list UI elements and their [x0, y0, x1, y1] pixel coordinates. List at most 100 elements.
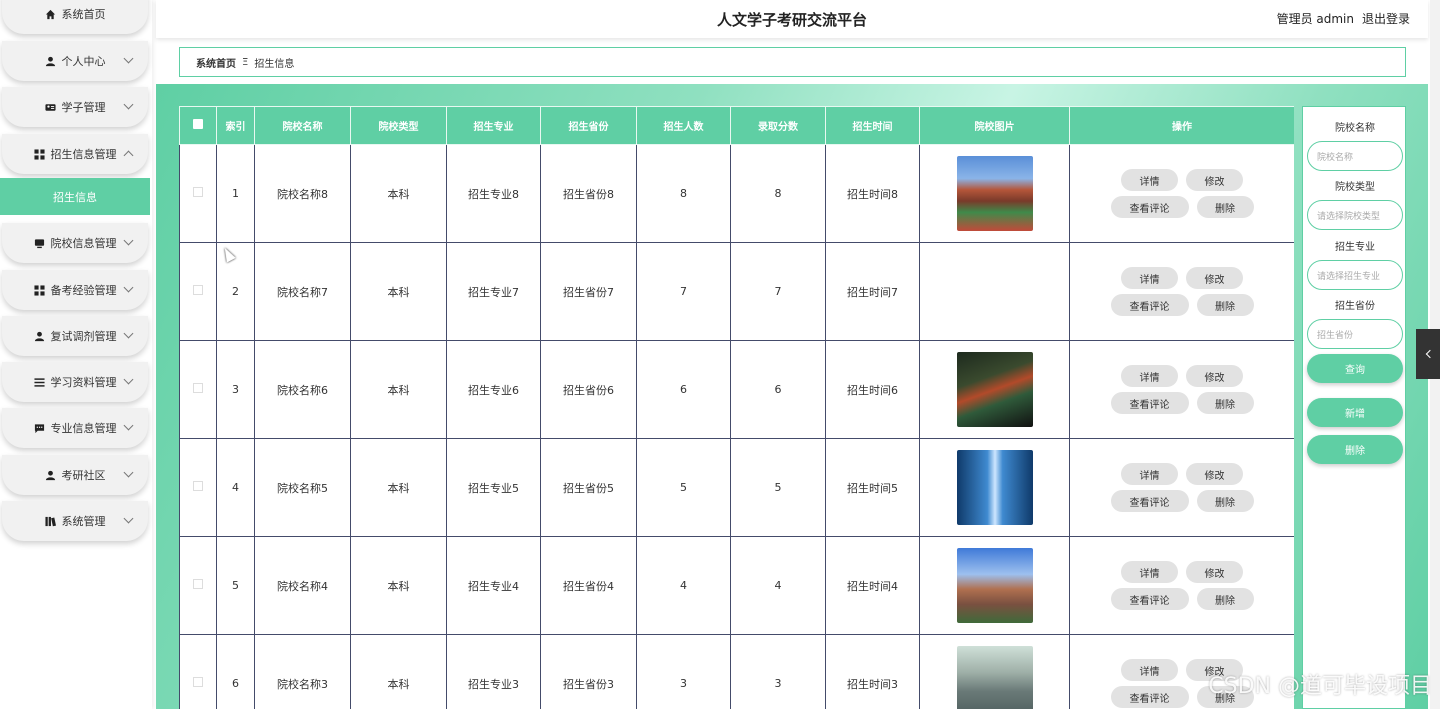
detail-button[interactable]: 详情: [1121, 659, 1178, 681]
row-checkbox-cell[interactable]: [179, 438, 217, 537]
school-image[interactable]: [956, 548, 1033, 623]
sidebar-item-system[interactable]: 系统管理: [2, 501, 148, 541]
sidebar-item-admissions[interactable]: 招生信息管理: [2, 134, 148, 174]
sidebar-item-profile[interactable]: 个人中心: [2, 41, 148, 81]
sidebar-item-students[interactable]: 学子管理: [2, 87, 148, 127]
detail-button[interactable]: 详情: [1121, 561, 1178, 583]
row-checkbox[interactable]: [193, 187, 203, 197]
cell-major: 招生专业4: [446, 536, 541, 635]
cell-time: 招生时间4: [825, 536, 920, 635]
view-comments-button[interactable]: 查看评论: [1110, 196, 1189, 218]
cell-score: 3: [730, 634, 826, 709]
delete-button[interactable]: 删除: [1196, 490, 1254, 512]
row-checkbox[interactable]: [193, 481, 203, 491]
cell-count: 7: [636, 242, 731, 341]
cell-actions: 详情 修改查看评论 删除: [1069, 438, 1294, 537]
table-row: 5 院校名称4 本科 招生专业4 招生省份4 4 4 招生时间4 详情 修改 查看评论 删除: [179, 536, 1294, 635]
cell-province: 招生省份4: [540, 536, 637, 635]
sidebar-item-community[interactable]: 考研社区: [2, 455, 148, 495]
batch-delete-button[interactable]: 删除: [1307, 435, 1403, 464]
school-image[interactable]: [956, 156, 1033, 231]
delete-button[interactable]: 删除: [1196, 686, 1254, 708]
admission-table: 索引 院校名称 院校类型 招生专业 招生省份 招生人数 录取分数 招生时间 院校…: [179, 106, 1294, 709]
col-header: 操作: [1069, 106, 1294, 145]
row-checkbox-cell[interactable]: [179, 242, 217, 341]
cell-type: 本科: [350, 242, 447, 341]
query-button[interactable]: 查询: [1307, 354, 1403, 383]
school-type-select[interactable]: 请选择院校类型: [1307, 200, 1403, 230]
detail-button[interactable]: 详情: [1121, 463, 1178, 485]
add-button[interactable]: 新增: [1307, 398, 1403, 427]
view-comments-button[interactable]: 查看评论: [1110, 686, 1189, 708]
sidebar-item-majors[interactable]: 专业信息管理: [2, 408, 148, 448]
cell-province: 招生省份7: [540, 242, 637, 341]
select-all-checkbox[interactable]: [179, 106, 217, 145]
col-header: 招生专业: [446, 106, 541, 145]
user-area: 管理员 admin 退出登录: [1277, 10, 1410, 27]
edit-button[interactable]: 修改: [1186, 561, 1243, 583]
province-input[interactable]: 招生省份: [1307, 319, 1403, 349]
edit-button[interactable]: 修改: [1186, 463, 1243, 485]
delete-button[interactable]: 删除: [1196, 588, 1254, 610]
cell-image: [919, 438, 1070, 537]
sidebar-item-experience[interactable]: 备考经验管理: [2, 270, 148, 310]
province-label: 招生省份: [1335, 301, 1375, 312]
sidebar-subitem-admission-info[interactable]: 招生信息: [0, 178, 150, 215]
cell-major: 招生专业8: [446, 144, 541, 243]
cell-index: 6: [216, 634, 255, 709]
cell-actions: 详情 修改查看评论 删除: [1069, 634, 1294, 709]
school-image[interactable]: [956, 352, 1033, 427]
row-checkbox[interactable]: [193, 285, 203, 295]
sidebar-item-home[interactable]: 系统首页: [2, 0, 148, 34]
school-name-input[interactable]: 院校名称: [1307, 141, 1403, 171]
edit-button[interactable]: 修改: [1186, 169, 1243, 191]
sidebar-item-schools[interactable]: 院校信息管理: [2, 223, 148, 263]
sidebar-item-label: 院校信息管理: [50, 237, 117, 250]
view-comments-button[interactable]: 查看评论: [1110, 588, 1189, 610]
grid-icon: [33, 284, 45, 296]
cell-time: 招生时间6: [825, 340, 920, 439]
row-checkbox-cell[interactable]: [179, 144, 217, 243]
cell-index: 3: [216, 340, 255, 439]
delete-button[interactable]: 删除: [1196, 196, 1254, 218]
table-row: 4 院校名称5 本科 招生专业5 招生省份5 5 5 招生时间5 详情 修改 查看评论 删除: [179, 438, 1294, 537]
major-label: 招生专业: [1335, 242, 1375, 253]
sidebar-item-label: 系统管理: [61, 515, 106, 528]
sidebar-item-materials[interactable]: 学习资料管理: [2, 362, 148, 402]
row-checkbox-cell[interactable]: [179, 536, 217, 635]
cell-score: 6: [730, 340, 826, 439]
major-select[interactable]: 请选择招生专业: [1307, 260, 1403, 290]
breadcrumb-home[interactable]: 系统首页: [196, 55, 236, 70]
table-header-row: 索引 院校名称 院校类型 招生专业 招生省份 招生人数 录取分数 招生时间 院校…: [179, 106, 1294, 145]
chevron-down-icon: [123, 99, 134, 110]
side-panel-toggle[interactable]: [1416, 329, 1440, 379]
view-comments-button[interactable]: 查看评论: [1110, 294, 1189, 316]
user-label: 管理员 admin: [1276, 12, 1354, 26]
school-image[interactable]: [956, 646, 1033, 709]
row-checkbox[interactable]: [193, 383, 203, 393]
row-checkbox[interactable]: [193, 677, 203, 687]
row-checkbox-cell[interactable]: [179, 634, 217, 709]
cell-index: 5: [216, 536, 255, 635]
edit-button[interactable]: 修改: [1186, 267, 1243, 289]
edit-button[interactable]: 修改: [1186, 659, 1243, 681]
cell-major: 招生专业3: [446, 634, 541, 709]
col-header: 录取分数: [730, 106, 826, 145]
detail-button[interactable]: 详情: [1121, 169, 1178, 191]
edit-button[interactable]: 修改: [1186, 365, 1243, 387]
detail-button[interactable]: 详情: [1121, 267, 1178, 289]
view-comments-button[interactable]: 查看评论: [1110, 392, 1189, 414]
sidebar-item-retest[interactable]: 复试调剂管理: [2, 316, 148, 356]
chevron-left-icon: [1425, 349, 1434, 359]
row-checkbox[interactable]: [193, 579, 203, 589]
chevron-down-icon: [123, 282, 134, 293]
delete-button[interactable]: 删除: [1196, 294, 1254, 316]
view-comments-button[interactable]: 查看评论: [1110, 490, 1189, 512]
sidebar-item-label: 个人中心: [61, 55, 106, 68]
logout-link[interactable]: 退出登录: [1362, 10, 1410, 27]
cell-image: [919, 340, 1070, 439]
school-image[interactable]: [956, 450, 1033, 525]
detail-button[interactable]: 详情: [1121, 365, 1178, 387]
delete-button[interactable]: 删除: [1196, 392, 1254, 414]
row-checkbox-cell[interactable]: [179, 340, 217, 439]
